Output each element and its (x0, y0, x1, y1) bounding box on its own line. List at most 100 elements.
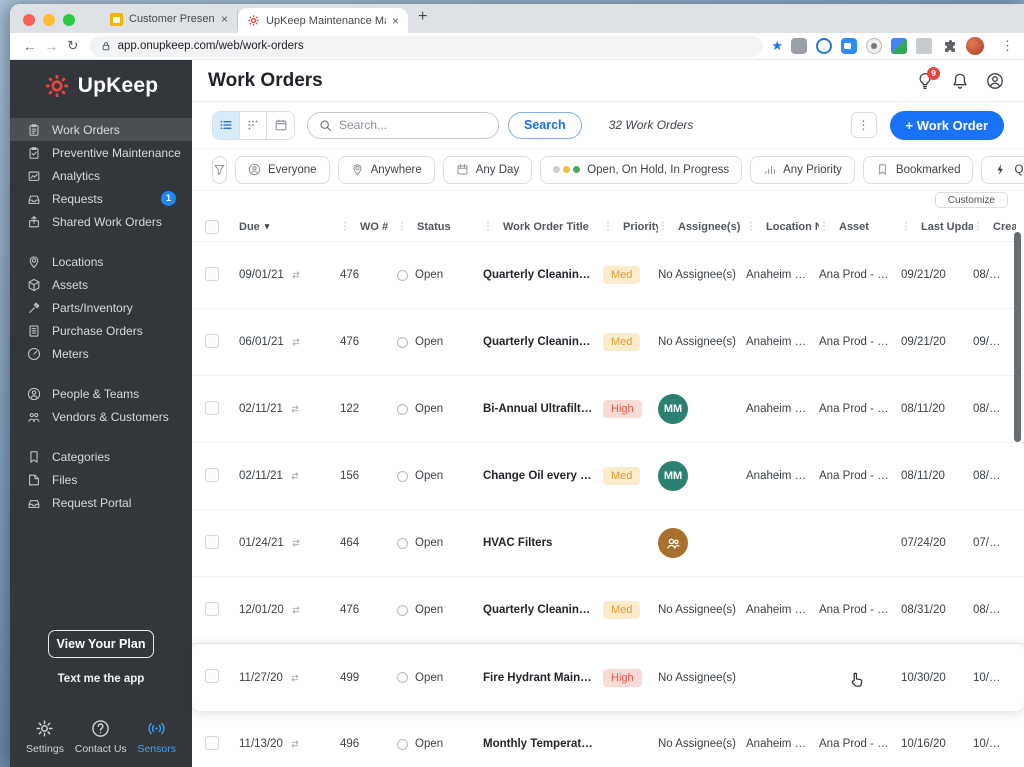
work-order-title[interactable]: Quarterly Cleaning of... (483, 269, 603, 281)
table-row[interactable]: 11/13/20 496 Open Monthly Temperatur... No A… (192, 711, 1024, 767)
work-order-title[interactable]: Monthly Temperatur... (483, 738, 603, 750)
search-input[interactable] (339, 118, 487, 132)
work-order-title[interactable]: Change Oil every 6 M... (483, 470, 603, 482)
row-checkbox[interactable] (205, 467, 219, 482)
sidebar-item-request-portal[interactable]: Request Portal (10, 491, 192, 514)
calendar-view-button[interactable] (267, 111, 294, 139)
work-order-title[interactable]: Bi-Annual Ultrafiltrati... (483, 403, 603, 415)
sidebar-item-files[interactable]: Files (10, 468, 192, 491)
table-row[interactable]: 06/01/21 476 Open Quarterly Cleaning of... M… (192, 309, 1024, 376)
assignee-group-avatar[interactable] (658, 528, 688, 558)
sidebar-footer-sensors[interactable]: Sensors (137, 719, 176, 755)
sidebar-item-meters[interactable]: Meters (10, 342, 192, 365)
sidebar-item-people-teams[interactable]: People & Teams (10, 382, 192, 405)
quick-filters-button[interactable]: Quick Filters (981, 155, 1024, 184)
table-row[interactable]: 09/01/21 476 Open Quarterly Cleaning of... M… (192, 242, 1024, 309)
filter-funnel-button[interactable] (212, 155, 227, 184)
column-header-status[interactable]: Status (397, 221, 483, 233)
more-options-button[interactable]: ⋮ (850, 112, 877, 138)
extension-icon[interactable] (841, 38, 857, 54)
new-tab-button[interactable]: + (418, 8, 427, 26)
sidebar-item-shared-work-orders[interactable]: Shared Work Orders (10, 210, 192, 233)
notifications-bell-icon[interactable] (951, 72, 969, 90)
reload-icon[interactable]: ↻ (62, 38, 84, 54)
column-header-asset[interactable]: Asset (819, 221, 901, 233)
column-header-wo[interactable]: WO # (340, 221, 397, 233)
customize-button[interactable]: Customize (934, 192, 1008, 208)
column-header-work-order-title[interactable]: Work Order Title (483, 221, 603, 233)
view-your-plan-button[interactable]: View Your Plan (48, 630, 154, 658)
extension-icon[interactable] (891, 38, 907, 54)
filter-chip-open-on-hold-in-progress[interactable]: Open, On Hold, In Progress (540, 155, 743, 184)
list-view-button[interactable] (213, 111, 240, 139)
board-view-button[interactable] (240, 111, 267, 139)
table-row[interactable]: 12/01/20 476 Open Quarterly Cleaning of... M… (192, 577, 1024, 644)
sidebar-item-parts-inventory[interactable]: Parts/Inventory (10, 296, 192, 319)
browser-tab-customer-presentation[interactable]: Customer Presentation - Goog × (101, 9, 238, 29)
column-header-assignee-s[interactable]: Assignee(s) (658, 221, 746, 233)
new-work-order-button[interactable]: + Work Order (889, 110, 1004, 140)
extension-icon[interactable] (866, 38, 882, 54)
filter-chip-bookmarked[interactable]: Bookmarked (862, 155, 974, 184)
account-icon[interactable] (986, 72, 1004, 90)
work-order-title[interactable]: HVAC Filters (483, 537, 603, 549)
maximize-window-button[interactable] (63, 13, 75, 26)
sidebar-item-vendors-customers[interactable]: Vendors & Customers (10, 405, 192, 428)
work-order-title[interactable]: Fire Hydrant Mainten... (483, 672, 603, 684)
row-checkbox[interactable] (205, 534, 219, 549)
text-me-the-app-link[interactable]: Text me the app (10, 673, 192, 685)
extension-icon[interactable] (791, 38, 807, 54)
row-checkbox[interactable] (205, 601, 219, 616)
sidebar-footer-contact-us[interactable]: Contact Us (75, 719, 127, 755)
tips-lightbulb-icon[interactable]: 9 (916, 66, 940, 90)
table-row[interactable]: 01/24/21 464 Open HVAC Filters 07/24/20 07/24… (192, 510, 1024, 577)
filter-chip-everyone[interactable]: Everyone (235, 155, 330, 184)
sidebar-item-locations[interactable]: Locations (10, 250, 192, 273)
browser-tab-upkeep[interactable]: UpKeep Maintenance Manage × (238, 8, 408, 33)
filter-chip-anywhere[interactable]: Anywhere (337, 155, 435, 184)
forward-icon[interactable]: → (41, 39, 63, 54)
column-header-location-nam[interactable]: Location Nam (746, 221, 819, 233)
row-checkbox[interactable] (205, 735, 219, 750)
extensions-puzzle-icon[interactable] (941, 38, 957, 54)
bookmark-star-icon[interactable]: ★ (771, 38, 783, 54)
url-input[interactable]: app.onupkeep.com/web/work-orders (89, 35, 764, 57)
row-checkbox[interactable] (205, 333, 219, 348)
sidebar-footer-settings[interactable]: Settings (26, 719, 64, 755)
sidebar-item-analytics[interactable]: Analytics (10, 164, 192, 187)
table-scrollbar[interactable] (1014, 232, 1021, 442)
browser-profile-avatar[interactable] (966, 37, 984, 55)
table-row[interactable]: 11/27/20 499 Open Fire Hydrant Mainten... Hi… (192, 644, 1024, 711)
work-order-title[interactable]: Quarterly Cleaning of... (483, 604, 603, 616)
sidebar-item-purchase-orders[interactable]: Purchase Orders (10, 319, 192, 342)
filter-chip-any-priority[interactable]: Any Priority (750, 155, 855, 184)
close-window-button[interactable] (23, 13, 35, 26)
sidebar-item-requests[interactable]: Requests 1 (10, 187, 192, 210)
search-button[interactable]: Search (508, 111, 582, 139)
tab-close-icon[interactable]: × (221, 13, 228, 25)
extension-icon[interactable] (916, 38, 932, 54)
table-row[interactable]: 02/11/21 156 Open Change Oil every 6 M... Me… (192, 443, 1024, 510)
row-checkbox[interactable] (205, 669, 219, 683)
sidebar-item-assets[interactable]: Assets (10, 273, 192, 296)
column-header-due[interactable]: Due ▾ (239, 221, 340, 233)
assignee-avatar[interactable]: MM (658, 394, 688, 424)
sidebar-item-work-orders[interactable]: Work Orders (10, 118, 192, 141)
work-order-title[interactable]: Quarterly Cleaning of... (483, 336, 603, 348)
tab-close-icon[interactable]: × (392, 15, 399, 27)
minimize-window-button[interactable] (43, 13, 55, 26)
extension-icon[interactable] (816, 38, 832, 54)
row-checkbox[interactable] (205, 400, 219, 415)
assignee-avatar[interactable]: MM (658, 461, 688, 491)
table-row[interactable]: 02/11/21 122 Open Bi-Annual Ultrafiltrati..… (192, 376, 1024, 443)
row-checkbox[interactable] (205, 266, 219, 281)
select-all-checkbox[interactable] (205, 219, 219, 234)
column-header-priority[interactable]: Priority (603, 221, 658, 233)
browser-menu-icon[interactable]: ⋮ (1001, 38, 1015, 54)
sidebar-item-preventive-maintenance[interactable]: Preventive Maintenance (10, 141, 192, 164)
filter-chip-any-day[interactable]: Any Day (442, 155, 533, 184)
column-header-last-updated[interactable]: Last Updated (901, 221, 973, 233)
column-header-created-on[interactable]: Created On (973, 221, 1016, 233)
back-icon[interactable]: ← (19, 39, 41, 54)
sidebar-item-categories[interactable]: Categories (10, 445, 192, 468)
